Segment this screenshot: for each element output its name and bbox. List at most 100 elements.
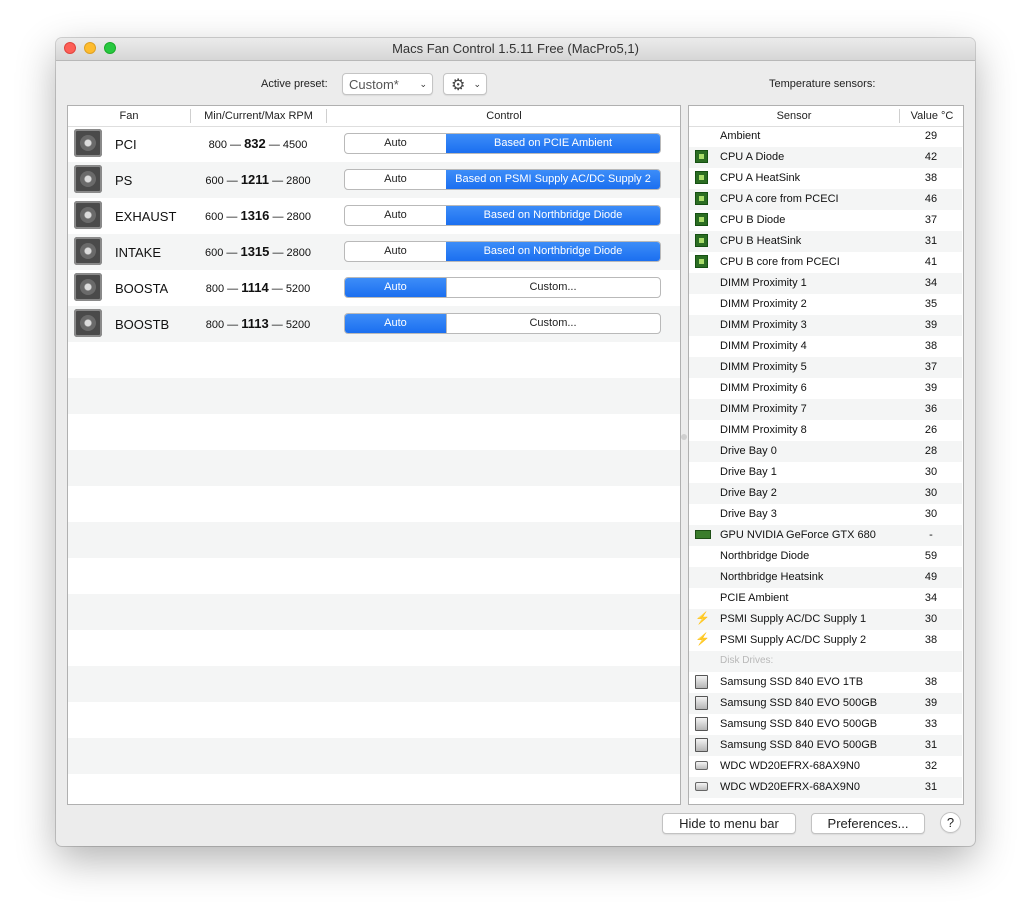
cpu-icon [695, 150, 708, 163]
sensor-name: DIMM Proximity 3 [720, 319, 807, 331]
control-mode-button[interactable]: Custom... [446, 314, 660, 333]
control-mode-button[interactable]: Based on Northbridge Diode [446, 206, 660, 225]
auto-button[interactable]: Auto [345, 314, 447, 333]
fan-row-intake[interactable]: INTAKE 600 — 1315 — 2800 Auto Based on Nort… [68, 234, 680, 270]
preset-popup[interactable]: Custom* ⌄ [342, 73, 433, 95]
column-header-sensor[interactable]: Sensor [689, 110, 899, 122]
sensor-row[interactable]: CPU B core from PCECI 41 [689, 252, 962, 273]
sensor-row[interactable]: DIMM Proximity 8 26 [689, 420, 962, 441]
sensor-row[interactable]: Drive Bay 0 28 [689, 441, 962, 462]
column-header-rpm[interactable]: Min/Current/Max RPM [191, 110, 326, 122]
cpu-icon [695, 234, 708, 247]
auto-button[interactable]: Auto [345, 206, 447, 225]
sensor-name: DIMM Proximity 7 [720, 403, 807, 415]
sensor-row[interactable]: CPU A Diode 42 [689, 147, 962, 168]
sensor-name: Ambient [720, 130, 761, 142]
fan-name: INTAKE [115, 245, 161, 260]
sensor-value: 36 [924, 403, 938, 415]
ssd-icon [695, 717, 708, 731]
fan-row-exhaust[interactable]: EXHAUST 600 — 1316 — 2800 Auto Based on Nor… [68, 198, 680, 234]
sensor-row[interactable]: DIMM Proximity 1 34 [689, 273, 962, 294]
sensor-row[interactable]: Drive Bay 3 30 [689, 504, 962, 525]
control-mode-button[interactable]: Based on PSMI Supply AC/DC Supply 2 [446, 170, 660, 189]
sensor-row[interactable]: Northbridge Heatsink 49 [689, 567, 962, 588]
column-header-fan[interactable]: Fan [68, 110, 190, 122]
column-header-control[interactable]: Control [327, 110, 680, 122]
sensor-value: 41 [924, 256, 938, 268]
sensor-row[interactable]: CPU B Diode 37 [689, 210, 962, 231]
sensor-row[interactable]: ⚡ PSMI Supply AC/DC Supply 2 38 [689, 630, 962, 651]
sensor-name: CPU B core from PCECI [720, 256, 840, 268]
sensor-row[interactable]: Samsung SSD 840 EVO 500GB 31 [689, 735, 962, 756]
sensor-value: 37 [924, 361, 938, 373]
sensor-row[interactable]: DIMM Proximity 5 37 [689, 357, 962, 378]
sensor-row[interactable]: WDC WD20EFRX-68AX9N0 31 [689, 777, 962, 798]
sensor-row[interactable]: DIMM Proximity 6 39 [689, 378, 962, 399]
auto-button[interactable]: Auto [345, 170, 447, 189]
sensor-name: CPU B HeatSink [720, 235, 802, 247]
auto-button[interactable]: Auto [345, 134, 447, 153]
sensor-row[interactable]: Ambient 29 [689, 126, 962, 147]
fan-row-ps[interactable]: PS 600 — 1211 — 2800 Auto Based on PSMI Sup… [68, 162, 680, 198]
sensor-row[interactable]: Samsung SSD 840 EVO 500GB 33 [689, 714, 962, 735]
sensor-row[interactable]: CPU B HeatSink 31 [689, 231, 962, 252]
gpu-icon [695, 530, 711, 539]
sensor-row[interactable]: DIMM Proximity 4 38 [689, 336, 962, 357]
sensor-row[interactable]: GPU NVIDIA GeForce GTX 680 - [689, 525, 962, 546]
fan-control-segmented[interactable]: Auto Custom... [344, 313, 661, 334]
sensor-name: PCIE Ambient [720, 592, 789, 604]
settings-menu-button[interactable]: ⚙ ⌄ [443, 73, 487, 95]
sensor-value: 26 [924, 424, 938, 436]
auto-button[interactable]: Auto [345, 278, 447, 297]
sensor-row[interactable]: DIMM Proximity 2 35 [689, 294, 962, 315]
split-view-divider[interactable] [681, 434, 687, 440]
sensor-row[interactable]: DIMM Proximity 3 39 [689, 315, 962, 336]
fan-control-segmented[interactable]: Auto Based on PCIE Ambient [344, 133, 661, 154]
control-mode-button[interactable]: Based on Northbridge Diode [446, 242, 660, 261]
fan-name: BOOSTA [115, 281, 169, 296]
fan-rpm: 600 — 1315 — 2800 [204, 244, 311, 259]
sensor-value: 31 [924, 781, 938, 793]
row-stripe [68, 378, 680, 414]
fan-name: PCI [115, 137, 137, 152]
sensor-row[interactable]: WDC WD20EFRX-68AX9N0 32 [689, 756, 962, 777]
fan-row-pci[interactable]: PCI 800 — 832 — 4500 Auto Based on PCIE Amb… [68, 126, 680, 162]
fans-table: Fan Min/Current/Max RPM Control PCI 800 —… [67, 105, 681, 805]
fan-control-segmented[interactable]: Auto Based on Northbridge Diode [344, 205, 661, 226]
row-stripe [68, 666, 680, 702]
sensor-row[interactable]: CPU A core from PCECI 46 [689, 189, 962, 210]
sensor-row[interactable]: Drive Bay 1 30 [689, 462, 962, 483]
fan-min-rpm: 800 [208, 139, 227, 151]
fan-row-boostb[interactable]: BOOSTB 800 — 1113 — 5200 Auto Custom... [68, 306, 680, 342]
sensor-row[interactable]: PCIE Ambient 34 [689, 588, 962, 609]
preferences-button[interactable]: Preferences... [811, 813, 925, 834]
fan-rpm: 600 — 1316 — 2800 [204, 208, 311, 223]
sensor-row[interactable]: Northbridge Diode 59 [689, 546, 962, 567]
fan-row-boosta[interactable]: BOOSTA 800 — 1114 — 5200 Auto Custom... [68, 270, 680, 306]
help-button[interactable]: ? [940, 812, 961, 833]
fan-control-segmented[interactable]: Auto Custom... [344, 277, 661, 298]
sensor-row[interactable]: DIMM Proximity 7 36 [689, 399, 962, 420]
fan-control-segmented[interactable]: Auto Based on PSMI Supply AC/DC Supply 2 [344, 169, 661, 190]
row-stripe [68, 594, 680, 630]
sensor-name: Samsung SSD 840 EVO 1TB [720, 676, 864, 688]
sensor-value: 42 [924, 151, 938, 163]
sensor-row[interactable]: ⚡ PSMI Supply AC/DC Supply 1 30 [689, 609, 962, 630]
sensor-row[interactable]: Samsung SSD 840 EVO 1TB 38 [689, 672, 962, 693]
column-header-value[interactable]: Value °C [900, 110, 963, 122]
sensor-row[interactable]: CPU A HeatSink 38 [689, 168, 962, 189]
sensor-row[interactable]: Samsung SSD 840 EVO 500GB 39 [689, 693, 962, 714]
sensor-name: Samsung SSD 840 EVO 500GB [720, 697, 878, 709]
fan-icon [74, 273, 102, 301]
hdd-icon [695, 782, 708, 791]
sensor-row[interactable]: Drive Bay 2 30 [689, 483, 962, 504]
control-mode-button[interactable]: Custom... [446, 278, 660, 297]
fan-control-segmented[interactable]: Auto Based on Northbridge Diode [344, 241, 661, 262]
auto-button[interactable]: Auto [345, 242, 447, 261]
fan-current-rpm: 1316 [240, 208, 270, 223]
fan-icon [74, 201, 102, 229]
cpu-icon [695, 255, 708, 268]
sensor-name: Disk Drives: [720, 655, 774, 666]
control-mode-button[interactable]: Based on PCIE Ambient [446, 134, 660, 153]
hide-to-menu-bar-button[interactable]: Hide to menu bar [662, 813, 796, 834]
